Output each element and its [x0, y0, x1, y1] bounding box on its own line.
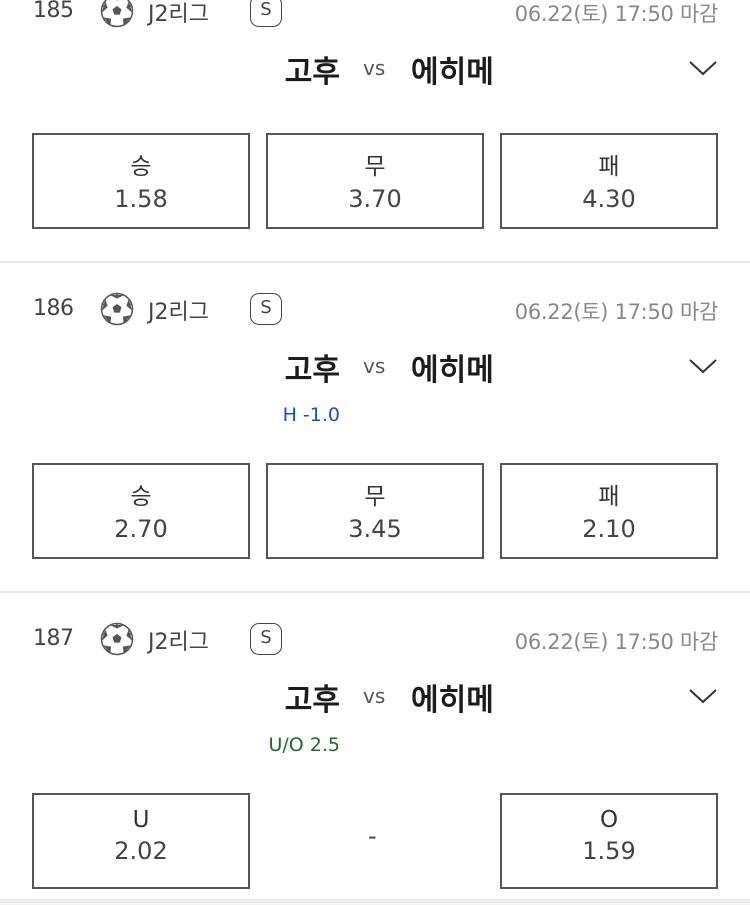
match-list: 185 J2리그 S 06.22(토) 17:50 마감 고후 vs 에히메 승…: [0, 0, 750, 905]
special-badge: S: [250, 293, 282, 325]
vs-label: vs: [363, 684, 386, 708]
odds-button-win[interactable]: 승 1.58: [32, 133, 250, 229]
odds-label: 패: [598, 484, 620, 510]
odds-button-under[interactable]: U 2.02: [32, 793, 250, 889]
teams-row[interactable]: 고후 vs 에히메: [0, 340, 750, 390]
match-card: 186 J2리그 S 06.22(토) 17:50 마감 고후 vs 에히메 H…: [0, 280, 750, 590]
teams-row[interactable]: 고후 vs 에히메: [0, 670, 750, 720]
odds-label: 승: [130, 484, 152, 510]
soccer-ball-icon: [100, 292, 134, 326]
odds-value: 3.45: [348, 515, 402, 543]
league-name: J2리그: [148, 2, 209, 27]
game-number: 185: [33, 0, 74, 23]
soccer-ball-icon: [100, 622, 134, 656]
away-team: 에히메: [411, 683, 494, 718]
odds-button-draw[interactable]: 무 3.70: [266, 133, 484, 229]
odds-value: 4.30: [582, 185, 636, 213]
game-number: 187: [33, 626, 74, 651]
home-team: 고후: [284, 683, 340, 718]
odds-label: U: [132, 807, 150, 833]
special-badge: S: [250, 0, 282, 27]
chevron-down-icon[interactable]: [688, 356, 718, 376]
divider: [0, 591, 750, 593]
odds-button-win[interactable]: 승 2.70: [32, 463, 250, 559]
special-badge: S: [250, 623, 282, 655]
vs-label: vs: [363, 56, 386, 80]
odds-label: 무: [364, 154, 386, 180]
odds-value: 2.10: [582, 515, 636, 543]
odds-label: 승: [130, 154, 152, 180]
match-card: 187 J2리그 S 06.22(토) 17:50 마감 고후 vs 에히메 U…: [0, 610, 750, 905]
odds-value: 3.70: [348, 185, 402, 213]
deadline-text: 06.22(토) 17:50 마감: [514, 630, 719, 654]
odds-button-over[interactable]: O 1.59: [500, 793, 718, 889]
bottom-edge: [0, 899, 750, 905]
odds-value: 1.59: [582, 837, 636, 865]
odds-label: 패: [598, 154, 620, 180]
handicap-label: U/O 2.5: [268, 734, 340, 756]
away-team: 에히메: [411, 55, 494, 90]
vs-label: vs: [363, 354, 386, 378]
match-info-row: 187 J2리그 S 06.22(토) 17:50 마감: [0, 622, 750, 656]
no-draw-placeholder: -: [368, 822, 377, 850]
game-number: 186: [33, 296, 74, 321]
soccer-ball-icon: [100, 0, 134, 28]
odds-value: 2.02: [114, 837, 168, 865]
home-team: 고후: [284, 55, 340, 90]
odds-button-lose[interactable]: 패 2.10: [500, 463, 718, 559]
odds-value: 2.70: [114, 515, 168, 543]
match-card: 185 J2리그 S 06.22(토) 17:50 마감 고후 vs 에히메 승…: [0, 0, 750, 262]
league-name: J2리그: [148, 630, 209, 655]
odds-button-lose[interactable]: 패 4.30: [500, 133, 718, 229]
chevron-down-icon[interactable]: [688, 58, 718, 78]
chevron-down-icon[interactable]: [688, 686, 718, 706]
home-team: 고후: [284, 353, 340, 388]
handicap-label: H -1.0: [282, 404, 340, 426]
away-team: 에히메: [411, 353, 494, 388]
match-info-row: 185 J2리그 S 06.22(토) 17:50 마감: [0, 0, 750, 28]
odds-label: O: [599, 807, 619, 833]
deadline-text: 06.22(토) 17:50 마감: [514, 300, 719, 324]
odds-button-draw[interactable]: 무 3.45: [266, 463, 484, 559]
odds-label: 무: [364, 484, 386, 510]
match-info-row: 186 J2리그 S 06.22(토) 17:50 마감: [0, 292, 750, 326]
league-name: J2리그: [148, 300, 209, 325]
odds-value: 1.58: [114, 185, 168, 213]
divider: [0, 261, 750, 263]
teams-row[interactable]: 고후 vs 에히메: [0, 42, 750, 92]
deadline-text: 06.22(토) 17:50 마감: [514, 2, 719, 26]
